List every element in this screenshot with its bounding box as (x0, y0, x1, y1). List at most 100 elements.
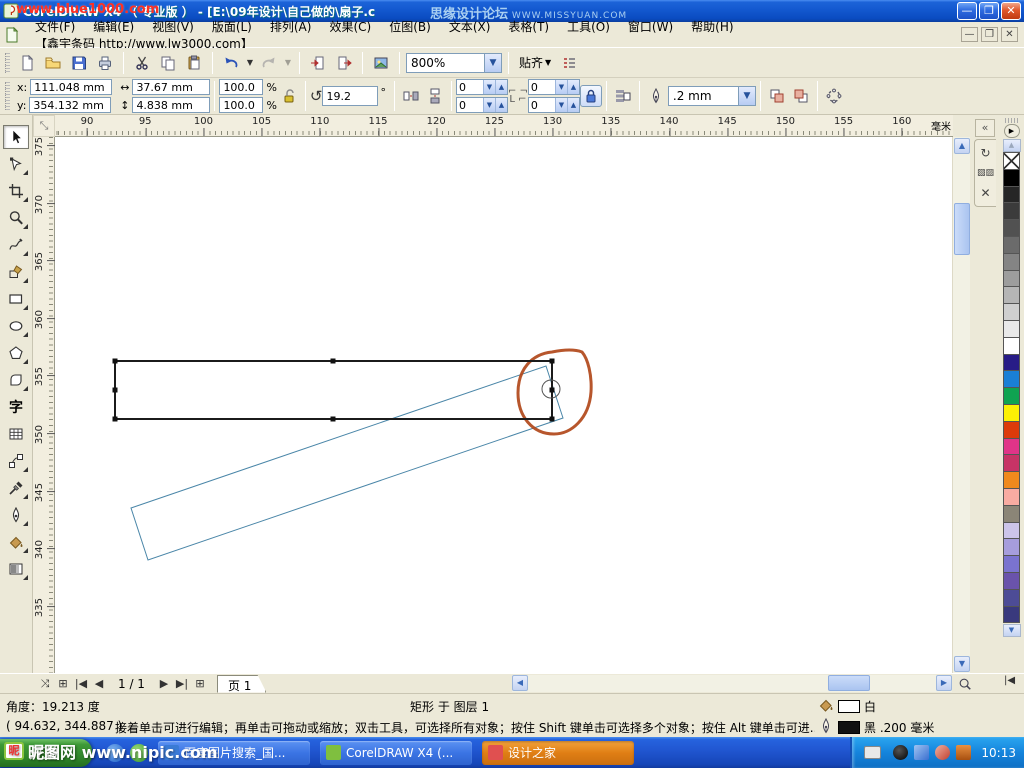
cut-button[interactable] (130, 51, 154, 75)
wrap-text-button[interactable] (611, 84, 635, 108)
color-swatch-1[interactable] (1003, 169, 1020, 187)
redo-dropdown[interactable]: ▼ (283, 51, 293, 75)
color-swatch-26[interactable] (1003, 589, 1020, 607)
to-back-button[interactable] (789, 84, 813, 108)
input-method-icon[interactable] (864, 746, 881, 759)
outline-width-combo[interactable]: .2 mm ▼ (668, 86, 756, 106)
app-launcher-button[interactable] (369, 51, 393, 75)
rectangle-tool[interactable] (3, 287, 29, 311)
vertical-scrollbar[interactable]: ▲ ▼ (952, 137, 970, 673)
zoom-level-combo[interactable]: 800% ▼ (406, 53, 502, 73)
color-swatch-12[interactable] (1003, 354, 1020, 372)
undo-button[interactable] (219, 51, 243, 75)
propbar-grip[interactable] (5, 82, 10, 110)
rotation-angle-input[interactable]: 19.2 (322, 86, 378, 106)
color-swatch-8[interactable] (1003, 286, 1020, 304)
last-page-button[interactable]: ▶| (173, 677, 191, 690)
fill-tool[interactable] (3, 530, 29, 554)
drawing-canvas[interactable] (55, 137, 953, 673)
transformation-docker-tab[interactable]: ↻ ▧▨ ✕ (974, 139, 996, 207)
palette-grip[interactable] (1005, 118, 1019, 123)
lock-ratio-button[interactable] (277, 84, 301, 108)
color-swatch-24[interactable] (1003, 555, 1020, 573)
undo-dropdown[interactable]: ▼ (245, 51, 255, 75)
color-swatch-14[interactable] (1003, 387, 1020, 405)
scale-y-input[interactable]: 100.0 (219, 97, 263, 113)
color-swatch-15[interactable] (1003, 404, 1020, 422)
x-position-input[interactable]: 111.048 mm (30, 79, 112, 95)
text-tool[interactable]: 字 (3, 395, 29, 419)
doc-minimize-button[interactable]: — (961, 27, 978, 42)
outline-indicator[interactable]: 黑 .200 毫米 (818, 718, 934, 737)
new-doc-button[interactable] (15, 51, 39, 75)
docker-close-icon[interactable]: ✕ (980, 186, 990, 200)
to-front-button[interactable] (765, 84, 789, 108)
doc-close-button[interactable]: ✕ (1001, 27, 1018, 42)
add-page-end-button[interactable]: ⊞ (191, 677, 209, 690)
eyedropper-tool[interactable] (3, 476, 29, 500)
shape-tool[interactable] (3, 152, 29, 176)
scroll-right-button[interactable]: ▶ (936, 675, 952, 691)
color-swatch-18[interactable] (1003, 454, 1020, 472)
scroll-down-button[interactable]: ▼ (954, 656, 970, 672)
menu-item-10[interactable]: 窗口(W) (619, 16, 682, 38)
color-swatch-4[interactable] (1003, 219, 1020, 237)
color-swatch-19[interactable] (1003, 471, 1020, 489)
color-swatch-21[interactable] (1003, 505, 1020, 523)
color-swatch-2[interactable] (1003, 186, 1020, 204)
doc-restore-button[interactable]: ❐ (981, 27, 998, 42)
color-swatch-7[interactable] (1003, 270, 1020, 288)
menu-item-5[interactable]: 效果(C) (320, 16, 380, 38)
ellipse-tool[interactable] (3, 314, 29, 338)
zoom-dropdown-arrow[interactable]: ▼ (484, 54, 501, 72)
print-button[interactable] (93, 51, 117, 75)
horizontal-ruler[interactable]: 毫米90951001051101151201251301351401451501… (55, 115, 953, 137)
freehand-tool[interactable] (3, 233, 29, 257)
ruler-origin[interactable]: ⤡ (33, 115, 55, 137)
mirror-horizontal-button[interactable] (399, 84, 423, 108)
corner-radius-input-0[interactable]: 0▼▲ (456, 79, 508, 95)
snap-to-button[interactable]: 贴齐 ▼ (515, 52, 555, 73)
color-swatch-5[interactable] (1003, 236, 1020, 254)
zoom-tool[interactable] (3, 206, 29, 230)
convert-to-curves-button[interactable] (822, 84, 846, 108)
redo-button[interactable] (257, 51, 281, 75)
color-swatch-25[interactable] (1003, 572, 1020, 590)
network-tray-icon[interactable] (914, 745, 929, 760)
copy-button[interactable] (156, 51, 180, 75)
import-button[interactable] (306, 51, 330, 75)
antivirus-tray-icon[interactable] (935, 745, 950, 760)
prev-page-button[interactable]: ◀ (90, 677, 108, 690)
close-button[interactable]: ✕ (1001, 2, 1021, 20)
page-tab[interactable]: 页 1 (217, 675, 266, 693)
color-swatch-none[interactable] (1003, 152, 1020, 170)
export-button[interactable] (332, 51, 356, 75)
basic-shapes-tool[interactable] (3, 368, 29, 392)
docker-collapse-button[interactable]: « (975, 119, 995, 137)
restore-button[interactable]: ❐ (979, 2, 999, 20)
first-page-button[interactable]: |◀ (72, 677, 90, 690)
drawing-scale-icon[interactable]: ⤨ (36, 677, 54, 691)
color-swatch-10[interactable] (1003, 320, 1020, 338)
add-page-start-button[interactable]: ⊞ (54, 677, 72, 690)
scale-x-input[interactable]: 100.0 (219, 79, 263, 95)
corner-lock-button[interactable] (580, 85, 602, 107)
polygon-tool[interactable] (3, 341, 29, 365)
color-swatch-16[interactable] (1003, 421, 1020, 439)
color-swatch-23[interactable] (1003, 538, 1020, 556)
corner-radius-input-3[interactable]: 0▼▲ (528, 97, 580, 113)
next-page-button[interactable]: ▶ (155, 677, 173, 690)
pick-tool[interactable] (3, 125, 29, 149)
scroll-up-button[interactable]: ▲ (954, 138, 970, 154)
vertical-scroll-thumb[interactable] (954, 203, 970, 255)
color-swatch-17[interactable] (1003, 438, 1020, 456)
open-button[interactable] (41, 51, 65, 75)
paste-button[interactable] (182, 51, 206, 75)
y-position-input[interactable]: 354.132 mm (29, 97, 111, 113)
color-swatch-13[interactable] (1003, 370, 1020, 388)
table-tool[interactable] (3, 422, 29, 446)
fill-indicator[interactable]: 白 (818, 697, 876, 716)
qq-tray-icon[interactable] (893, 745, 908, 760)
palette-scroll-up[interactable]: ▲ (1003, 139, 1021, 152)
corner-radius-input-1[interactable]: 0▼▲ (456, 97, 508, 113)
